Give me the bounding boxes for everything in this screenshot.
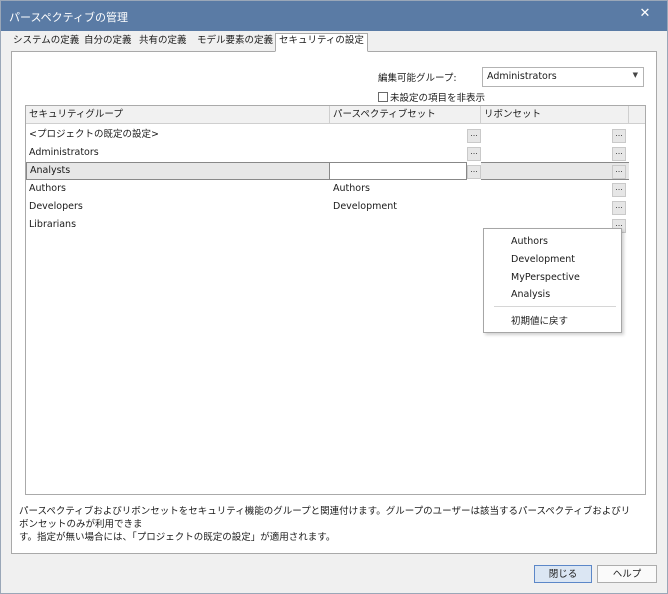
- chevron-down-icon: ▼: [632, 71, 638, 79]
- title-bar: パースペクティブの管理 ✕: [1, 1, 667, 31]
- close-button[interactable]: 閉じる: [534, 565, 592, 583]
- security-settings-panel: 編集可能グループ: Administrators ▼ 未設定の項目を非表示 セキ…: [11, 51, 657, 554]
- security-group-grid: セキュリティグループ パースペクティブセット リボンセット <プロジェクトの既定…: [25, 105, 646, 495]
- table-row-selected[interactable]: Analysts ... ...: [26, 162, 645, 180]
- ribbon-cell[interactable]: [481, 126, 629, 144]
- group-cell: Authors: [29, 183, 66, 194]
- table-row[interactable]: Authors Authors ...: [26, 180, 645, 198]
- hide-unset-checkbox[interactable]: [378, 92, 388, 102]
- dialog-window: パースペクティブの管理 ✕ システムの定義 自分の定義 共有の定義 モデル要素の…: [0, 0, 668, 594]
- perspective-cell[interactable]: [330, 162, 467, 180]
- ribbon-cell[interactable]: [481, 162, 629, 180]
- column-header-perspective-set[interactable]: パースペクティブセット: [330, 106, 481, 123]
- perspective-ellipsis-button[interactable]: ...: [467, 129, 481, 143]
- perspective-ellipsis-button[interactable]: ...: [467, 147, 481, 161]
- tab-model-element-definitions[interactable]: モデル要素の定義: [197, 34, 273, 50]
- perspective-cell[interactable]: Development: [330, 198, 481, 216]
- table-row[interactable]: Administrators ... ...: [26, 144, 645, 162]
- menu-item-analysis[interactable]: Analysis: [511, 289, 550, 300]
- editable-group-value: Administrators: [487, 71, 557, 82]
- group-cell: Administrators: [29, 147, 99, 158]
- ribbon-ellipsis-button[interactable]: ...: [612, 183, 626, 197]
- perspective-cell[interactable]: [330, 216, 481, 234]
- close-icon[interactable]: ✕: [625, 1, 665, 29]
- tab-my-definitions[interactable]: 自分の定義: [84, 34, 132, 50]
- editable-group-label: 編集可能グループ:: [378, 73, 457, 84]
- column-header-security-group[interactable]: セキュリティグループ: [26, 106, 330, 123]
- ribbon-cell[interactable]: [481, 144, 629, 162]
- help-button[interactable]: ヘルプ: [597, 565, 657, 583]
- description-text: パースペクティブおよびリボンセットをセキュリティ機能のグループと関連付けます。グ…: [19, 505, 639, 544]
- perspective-cell[interactable]: [330, 126, 481, 144]
- menu-item-development[interactable]: Development: [511, 254, 575, 265]
- tab-security-settings[interactable]: セキュリティの設定: [275, 33, 368, 52]
- perspective-cell[interactable]: Authors: [330, 180, 481, 198]
- menu-item-myperspective[interactable]: MyPerspective: [511, 272, 580, 283]
- tab-system-definitions[interactable]: システムの定義: [13, 34, 79, 50]
- ribbon-ellipsis-button[interactable]: ...: [612, 129, 626, 143]
- ribbon-ellipsis-button[interactable]: ...: [612, 201, 626, 215]
- ribbon-cell[interactable]: [481, 198, 629, 216]
- grid-header: セキュリティグループ パースペクティブセット リボンセット: [26, 106, 645, 124]
- group-cell: <プロジェクトの既定の設定>: [29, 129, 159, 140]
- group-cell: Analysts: [26, 162, 330, 180]
- perspective-cell[interactable]: [330, 144, 481, 162]
- description-line-1: パースペクティブおよびリボンセットをセキュリティ機能のグループと関連付けます。グ…: [19, 506, 631, 530]
- group-cell: Librarians: [29, 219, 77, 230]
- table-row[interactable]: <プロジェクトの既定の設定> ... ...: [26, 126, 645, 144]
- ribbon-cell[interactable]: [481, 180, 629, 198]
- hide-unset-label: 未設定の項目を非表示: [390, 93, 486, 104]
- perspective-dropdown-menu: Authors Development MyPerspective Analys…: [483, 228, 622, 333]
- description-line-2: す。指定が無い場合には、「プロジェクトの既定の設定」が適用されます。: [19, 532, 336, 543]
- group-cell: Developers: [29, 201, 83, 212]
- table-row[interactable]: Developers Development ...: [26, 198, 645, 216]
- ribbon-ellipsis-button[interactable]: ...: [612, 147, 626, 161]
- ribbon-ellipsis-button[interactable]: ...: [612, 165, 626, 179]
- menu-item-reset-default[interactable]: 初期値に戻す: [511, 313, 568, 327]
- tab-shared-definitions[interactable]: 共有の定義: [139, 34, 187, 50]
- editable-group-select[interactable]: Administrators ▼: [482, 67, 644, 87]
- window-title: パースペクティブの管理: [9, 11, 129, 24]
- perspective-ellipsis-button[interactable]: ...: [467, 165, 481, 179]
- menu-item-authors[interactable]: Authors: [511, 236, 548, 247]
- column-header-ribbon-set[interactable]: リボンセット: [481, 106, 629, 123]
- menu-separator: [494, 306, 616, 307]
